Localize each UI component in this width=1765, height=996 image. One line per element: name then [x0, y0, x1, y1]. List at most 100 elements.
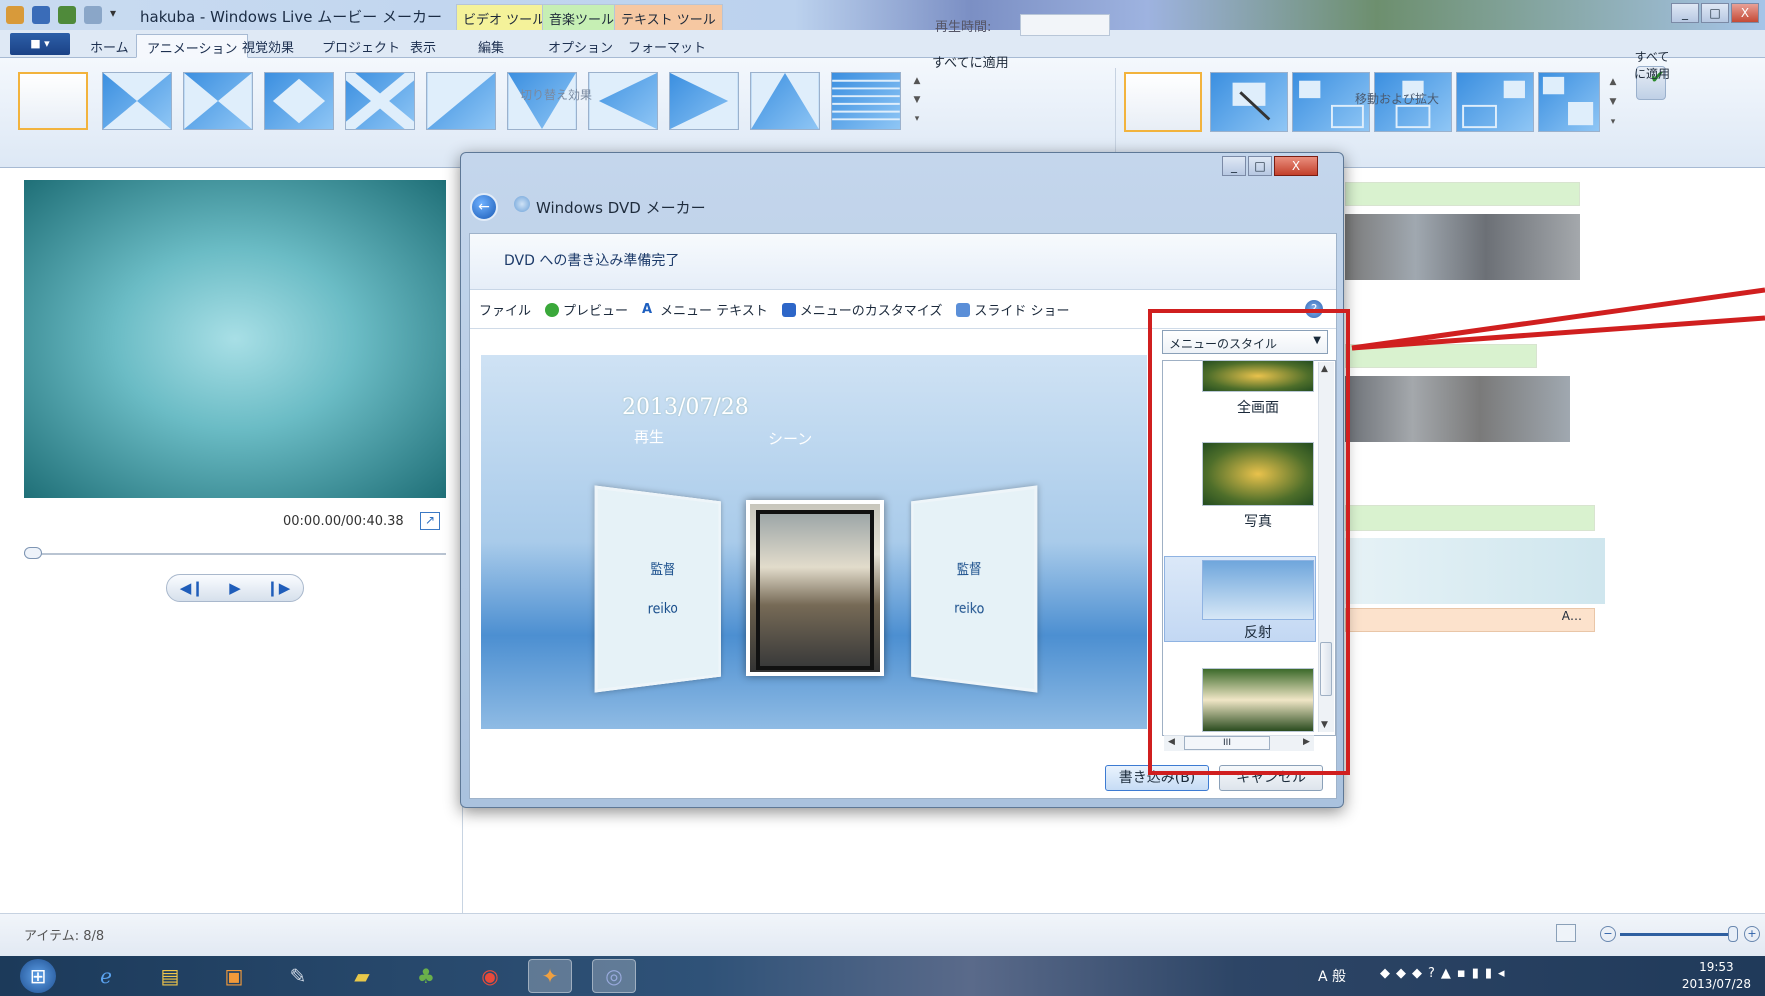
zoom-slider[interactable]	[1620, 933, 1732, 936]
transition-triangle[interactable]	[750, 72, 820, 130]
toolbar-preview[interactable]: プレビュー	[545, 300, 628, 319]
preview-photo	[746, 500, 884, 676]
tab-visual-effects[interactable]: 視覚効果	[232, 34, 304, 58]
playback-controls: ◀❙ ▶ ❙▶	[166, 574, 304, 602]
storyboard-caption-3[interactable]	[1345, 505, 1595, 531]
undo-icon[interactable]	[58, 6, 76, 24]
storyboard-title-clip[interactable]	[1345, 538, 1605, 604]
toolbar-preview-label: プレビュー	[563, 304, 629, 319]
maximize-button[interactable]: □	[1701, 3, 1729, 23]
toolbar-slideshow[interactable]: スライド ショー	[956, 300, 1070, 319]
dialog-window-controls: _ □ X	[1222, 156, 1318, 176]
storyboard-text-item[interactable]: A…	[1345, 608, 1595, 632]
zoom-thumb[interactable]	[1728, 926, 1738, 942]
dialog-minimize-button[interactable]: _	[1222, 156, 1246, 176]
group-label-panzoom: 移動および拡大	[1355, 92, 1440, 106]
dialog-heading: DVD への書き込み準備完了	[504, 253, 680, 269]
storyboard-clip-1[interactable]	[1345, 214, 1580, 280]
panel-left-name: reiko	[647, 600, 678, 618]
clock[interactable]: 19:53 2013/07/28	[1682, 959, 1751, 993]
toolbar-menu-text[interactable]: A メニュー テキスト	[642, 300, 768, 319]
apply-all-button[interactable]: すべてに適用	[932, 52, 1009, 71]
dialog-title: Windows DVD メーカー	[536, 199, 706, 217]
panel-right-name: reiko	[954, 600, 985, 618]
ime-indicator[interactable]: A 般	[1318, 966, 1346, 986]
dvd-maker-taskbar-icon[interactable]: ◎	[592, 959, 636, 993]
popout-icon[interactable]: ↗	[420, 512, 440, 530]
preview-play: 再生	[634, 428, 665, 446]
back-arrow-icon[interactable]: ←	[470, 193, 498, 221]
qat-dropdown-icon[interactable]: ▾	[110, 6, 128, 24]
panzoom-down[interactable]	[1538, 72, 1600, 132]
app-icon-5[interactable]: ▰	[340, 959, 384, 993]
video-preview[interactable]	[24, 180, 446, 498]
duration-label: 再生時間:	[935, 20, 992, 35]
file-menu-button[interactable]: ■ ▾	[10, 33, 70, 55]
tray-icons[interactable]: ◆◆◆?▲▪▮▮◂	[1380, 966, 1511, 981]
text-icon: A	[642, 301, 653, 317]
toolbar-file[interactable]: ファイル	[479, 300, 531, 319]
tab-format[interactable]: フォーマット	[618, 34, 716, 58]
chrome-icon[interactable]: ◉	[468, 959, 512, 993]
transition-diamond[interactable]	[264, 72, 334, 130]
transition-hourglass[interactable]	[102, 72, 172, 130]
tab-home[interactable]: ホーム	[80, 34, 139, 58]
app-icon[interactable]	[6, 6, 24, 24]
transition-diagonal[interactable]	[426, 72, 496, 130]
preview-icon	[545, 302, 560, 317]
next-frame-icon[interactable]: ❙▶	[266, 579, 290, 597]
panzoom-gallery-scroll[interactable]: ▲ ▼ ▾	[1606, 72, 1620, 132]
zoom-in-icon[interactable]: +	[1744, 926, 1760, 942]
annotation-lines	[1351, 287, 1765, 351]
transition-arrow-left[interactable]	[588, 72, 658, 130]
window-title: hakuba - Windows Live ムービー メーカー	[140, 8, 442, 26]
duration-input[interactable]	[1020, 14, 1110, 36]
dialog-close-button[interactable]: X	[1274, 156, 1318, 176]
context-tab-text-tools: テキスト ツール	[614, 4, 723, 30]
seek-bar[interactable]	[24, 553, 446, 555]
transition-bowtie[interactable]	[183, 72, 253, 130]
toolbar-customize-menu[interactable]: メニューのカスタマイズ	[781, 300, 942, 319]
dialog-toolbar: ファイル プレビュー A メニュー テキスト メニューのカスタマイズ スライド シ…	[479, 300, 1070, 319]
redo-icon[interactable]	[84, 6, 102, 24]
tab-options[interactable]: オプション	[538, 34, 623, 58]
tab-project[interactable]: プロジェクト	[312, 34, 410, 58]
thumbnail-size-icon[interactable]	[1556, 924, 1576, 942]
media-player-icon[interactable]: ▣	[212, 959, 256, 993]
panzoom-up-right[interactable]	[1456, 72, 1534, 132]
tab-edit[interactable]: 編集	[468, 34, 514, 58]
close-button[interactable]: X	[1731, 3, 1759, 23]
toolbar-file-label: ファイル	[479, 304, 532, 319]
internet-explorer-icon[interactable]: ℯ	[84, 959, 128, 993]
status-bar	[0, 913, 1765, 956]
gallery-scroll[interactable]: ▲ ▼ ▾	[910, 72, 924, 130]
movie-maker-taskbar-icon[interactable]: ✦	[528, 959, 572, 993]
app-icon-4[interactable]: ✎	[276, 959, 320, 993]
preview-panel-left: 監督 reiko	[594, 485, 721, 693]
transition-none[interactable]	[18, 72, 88, 130]
tab-view[interactable]: 表示	[400, 34, 446, 58]
transition-cross[interactable]	[342, 68, 418, 134]
file-explorer-icon[interactable]: ▤	[148, 959, 192, 993]
zoom-out-icon[interactable]: −	[1600, 926, 1616, 942]
dvd-maker-icon	[514, 196, 530, 212]
toolbar-slideshow-label: スライド ショー	[974, 304, 1070, 319]
preview-scene: シーン	[768, 430, 813, 448]
minimize-button[interactable]: _	[1671, 3, 1699, 23]
storyboard-clip-2[interactable]	[1345, 376, 1570, 442]
panzoom-none[interactable]	[1124, 72, 1202, 132]
previous-frame-icon[interactable]: ◀❙	[180, 579, 204, 597]
clock-time: 19:53	[1699, 960, 1734, 974]
panzoom-auto[interactable]	[1210, 72, 1288, 132]
slideshow-icon	[956, 302, 971, 317]
seek-thumb[interactable]	[24, 547, 42, 559]
start-button[interactable]: ⊞	[20, 959, 56, 993]
dialog-maximize-button[interactable]: □	[1248, 156, 1272, 176]
transition-arrow-right[interactable]	[669, 72, 739, 130]
apply-all-panzoom-button[interactable]: すべて に適用	[1630, 48, 1674, 82]
play-icon[interactable]: ▶	[229, 579, 241, 597]
storyboard-caption-1[interactable]	[1345, 182, 1580, 206]
transition-blinds[interactable]	[831, 72, 901, 130]
save-icon[interactable]	[32, 6, 50, 24]
messenger-icon[interactable]: ♣	[404, 959, 448, 993]
